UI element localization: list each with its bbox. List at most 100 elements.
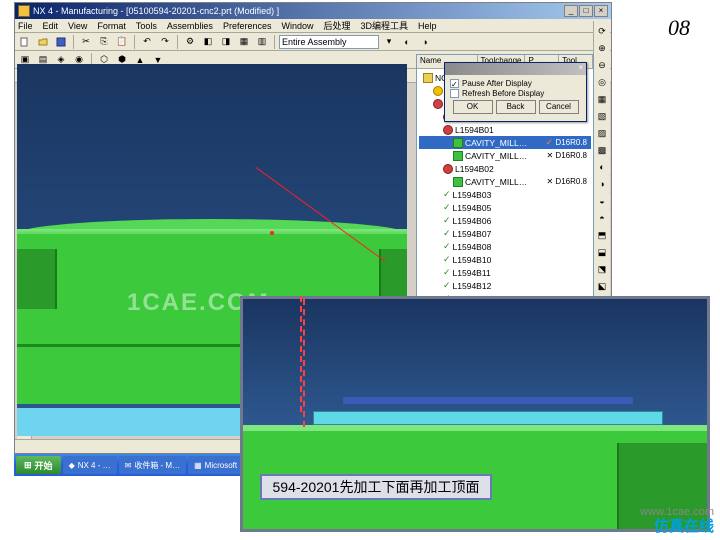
label-refresh: Refresh Before Display [462, 89, 544, 98]
task-item[interactable]: ✉收件箱 - M… [119, 456, 186, 474]
mail-icon: ✉ [125, 461, 132, 470]
check-icon [443, 267, 451, 278]
close-button[interactable]: × [594, 5, 608, 17]
tool-icon[interactable]: ⊖ [594, 57, 610, 73]
menu-tools[interactable]: Tools [136, 21, 157, 31]
tool-icon[interactable]: ⊕ [594, 40, 610, 56]
watermark-cn: 仿真在线 [654, 515, 714, 536]
tool-icon[interactable]: ⬔ [594, 261, 610, 277]
menu-file[interactable]: File [18, 21, 33, 31]
cut-icon[interactable]: ✂ [78, 34, 94, 50]
tree-row[interactable]: L1594B02 [419, 162, 591, 175]
label-pause: Pause After Display [462, 79, 532, 88]
separator-icon [134, 35, 135, 49]
tool-icon[interactable]: ▦ [594, 91, 610, 107]
check-icon [443, 228, 451, 239]
check-icon [443, 241, 451, 252]
nx-icon: ◆ [69, 461, 75, 470]
tree-row[interactable]: CAVITY_MILL… D16R0.8 [419, 149, 591, 162]
tool-icon[interactable]: ◓ [594, 210, 610, 226]
menu-edit[interactable]: Edit [43, 21, 59, 31]
back-button[interactable]: Back [496, 100, 536, 114]
menu-preferences[interactable]: Preferences [223, 21, 272, 31]
annotation-label: 594-20201先加工下面再加工顶面 [260, 474, 492, 500]
ok-button[interactable]: OK [453, 100, 493, 114]
check-icon [443, 202, 451, 213]
tool-icon[interactable]: ▥ [254, 34, 270, 50]
tool-icon[interactable]: ⚙ [182, 34, 198, 50]
op-icon [453, 151, 463, 161]
task-item[interactable]: ◆NX 4 - … [63, 456, 117, 474]
tool-icon[interactable]: ◑ [594, 176, 610, 192]
tool-icon[interactable]: ⬒ [594, 227, 610, 243]
close-icon[interactable]: × [578, 63, 583, 75]
titlebar: NX 4 - Manufacturing - [05100594-20201-c… [15, 3, 611, 19]
tree-row[interactable]: CAVITY_MILL… D16R0.8 [419, 175, 591, 188]
redo-icon[interactable]: ↷ [157, 34, 173, 50]
menu-assemblies[interactable]: Assemblies [167, 21, 213, 31]
detail-toolpath [343, 397, 633, 404]
page-number: 08 [668, 15, 690, 41]
tool-icon[interactable]: ◎ [594, 74, 610, 90]
menu-help[interactable]: Help [418, 21, 437, 31]
tool-icon[interactable]: ◨ [218, 34, 234, 50]
minimize-button[interactable]: _ [564, 5, 578, 17]
assembly-selector[interactable] [279, 35, 379, 49]
tool-icon[interactable]: ◑ [417, 34, 433, 50]
tool-icon[interactable]: ⬕ [594, 278, 610, 294]
program-icon [423, 73, 433, 83]
dropdown-icon[interactable]: ▾ [381, 34, 397, 50]
op-icon [443, 164, 453, 174]
tree-row[interactable]: L1594B05 [419, 201, 591, 214]
undo-icon[interactable]: ↶ [139, 34, 155, 50]
start-button[interactable]: ⊞开始 [16, 456, 61, 474]
detail-edge [243, 425, 707, 431]
menu-window[interactable]: Window [281, 21, 313, 31]
toolpath-marker [270, 231, 274, 235]
tool-icon[interactable]: ◒ [594, 193, 610, 209]
open-icon[interactable] [35, 34, 51, 50]
paste-icon[interactable]: 📋 [114, 34, 130, 50]
tree-row[interactable]: L1594B12 [419, 279, 591, 292]
app-icon [18, 5, 30, 17]
x-icon [546, 151, 553, 160]
tree-row[interactable]: L1594B08 [419, 240, 591, 253]
tool-icon[interactable]: ▦ [236, 34, 252, 50]
tree-row[interactable]: L1594B10 [419, 253, 591, 266]
x-icon [546, 177, 553, 186]
toolbar-1: ✂ ⎘ 📋 ↶ ↷ ⚙ ◧ ◨ ▦ ▥ ▾ ◐ ◑ [15, 33, 611, 51]
tree-row[interactable]: L1594B01 [419, 123, 591, 136]
tool-icon[interactable]: ▧ [594, 108, 610, 124]
tree-row-selected[interactable]: CAVITY_MILL… D16R0.8 [419, 136, 591, 149]
tree-row[interactable]: L1594B11 [419, 266, 591, 279]
dialog-titlebar[interactable]: × [445, 63, 586, 75]
tool-icon[interactable]: ▩ [594, 142, 610, 158]
check-icon [546, 138, 554, 147]
menubar: File Edit View Format Tools Assemblies P… [15, 19, 611, 33]
tool-icon[interactable]: ◐ [594, 159, 610, 175]
save-icon[interactable] [53, 34, 69, 50]
menu-view[interactable]: View [68, 21, 87, 31]
title-text: NX 4 - Manufacturing - [05100594-20201-c… [33, 6, 279, 16]
tree-row[interactable]: L1594B03 [419, 188, 591, 201]
maximize-button[interactable]: □ [579, 5, 593, 17]
new-icon[interactable] [17, 34, 33, 50]
tool-icon[interactable]: ◧ [200, 34, 216, 50]
checkbox-refresh[interactable] [450, 89, 459, 98]
tool-icon[interactable]: ⬓ [594, 244, 610, 260]
program-icon [433, 99, 443, 109]
tree-row[interactable]: L1594B06 [419, 214, 591, 227]
menu-format[interactable]: Format [97, 21, 126, 31]
tool-icon[interactable]: ◐ [399, 34, 415, 50]
tool-icon[interactable]: ⟳ [594, 23, 610, 39]
check-icon [443, 189, 451, 200]
menu-post[interactable]: 后处理 [323, 19, 350, 32]
tool-icon[interactable]: ▨ [594, 125, 610, 141]
copy-icon[interactable]: ⎘ [96, 34, 112, 50]
checkbox-pause[interactable] [450, 79, 459, 88]
separator-icon [274, 35, 275, 49]
tree-row[interactable]: L1594B07 [419, 227, 591, 240]
cancel-button[interactable]: Cancel [539, 100, 579, 114]
menu-3d-tools[interactable]: 3D编程工具 [361, 19, 409, 32]
op-icon [443, 125, 453, 135]
